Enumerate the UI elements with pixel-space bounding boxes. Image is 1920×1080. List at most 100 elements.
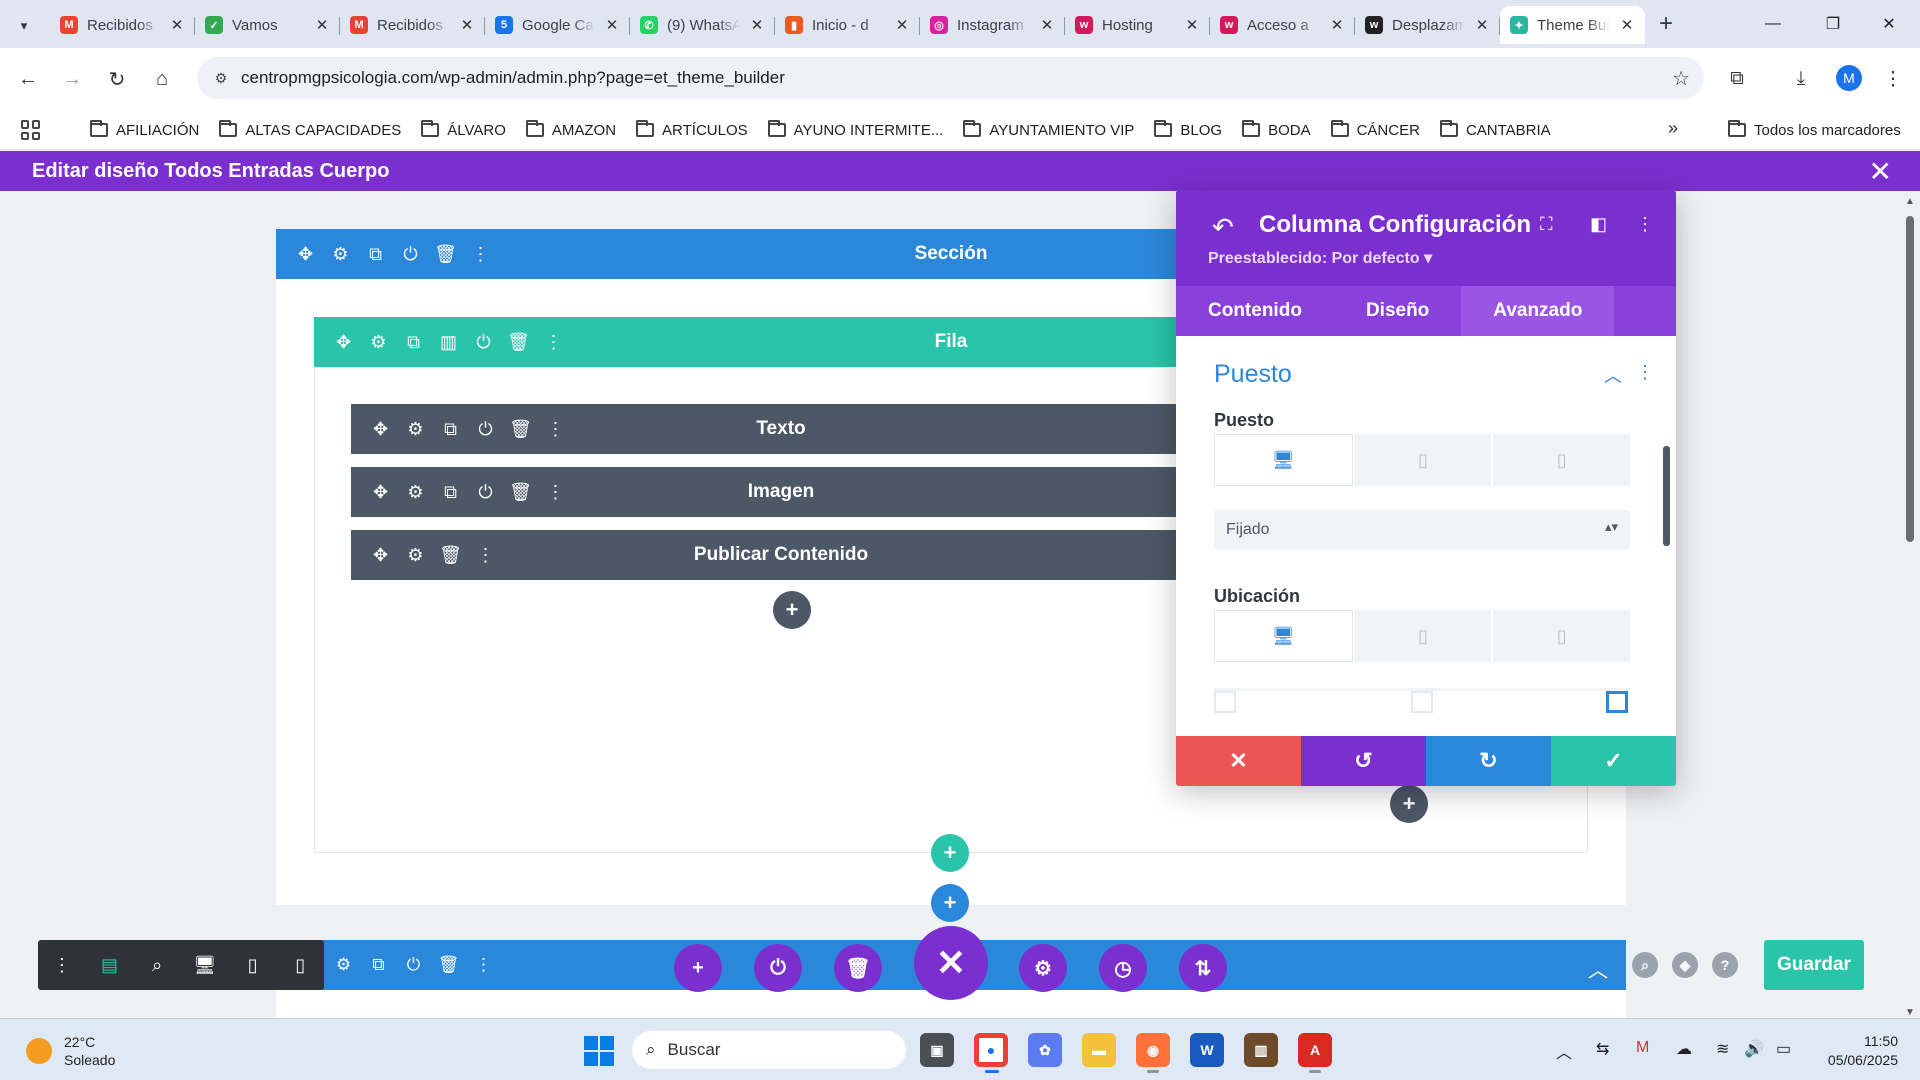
close-tab-icon[interactable]: ✕ — [314, 16, 330, 34]
close-tab-icon[interactable]: ✕ — [604, 16, 620, 34]
duplicate-icon[interactable]: ⧉ — [433, 482, 468, 503]
desktop-view-icon[interactable]: 🖥 — [181, 955, 229, 976]
bookmark-folder[interactable]: AYUNTAMIENTO VIP — [953, 120, 1144, 139]
trash-icon[interactable]: 🗑 — [428, 244, 463, 265]
move-icon[interactable]: ✥ — [363, 545, 398, 566]
location-top-right[interactable] — [1606, 691, 1628, 713]
forward-arrow-icon[interactable]: → — [56, 63, 88, 95]
phone-view-icon[interactable]: ▯ — [276, 955, 324, 976]
gear-icon[interactable]: ⚙ — [323, 244, 358, 265]
minimize-window-button[interactable]: — — [1750, 8, 1796, 40]
browser-tab[interactable]: ◎ Instagram ✕ — [920, 6, 1065, 44]
save-changes-button[interactable]: ✓ — [1551, 736, 1676, 786]
group-more-icon[interactable]: ⋮ — [1636, 362, 1654, 388]
load-layout-icon[interactable]: ⏻ — [754, 944, 802, 992]
bookmark-folder[interactable]: ARTÍCULOS — [626, 120, 758, 139]
tablet-view-icon[interactable]: ▯ — [229, 955, 277, 976]
close-tab-icon[interactable]: ✕ — [1184, 16, 1200, 34]
trash-icon[interactable]: 🗑 — [433, 545, 468, 566]
close-window-button[interactable]: ✕ — [1866, 8, 1912, 40]
browser-tab[interactable]: 5 Google Calendar ✕ — [485, 6, 630, 44]
reload-icon[interactable]: ↻ — [101, 63, 133, 95]
library-icon[interactable]: ▥ — [1244, 1033, 1278, 1067]
chrome-menu-icon[interactable]: ⋮ — [1878, 64, 1908, 94]
url-text[interactable]: centropmgpsicologia.com/wp-admin/admin.p… — [241, 68, 785, 88]
gear-icon[interactable]: ⚙ — [398, 482, 433, 503]
gear-icon[interactable]: ⚙ — [326, 955, 361, 975]
new-tab-button[interactable]: + — [1652, 10, 1680, 38]
trash-icon[interactable]: 🗑 — [503, 482, 538, 503]
clear-layout-icon[interactable]: 🗑 — [834, 944, 882, 992]
bookmark-star-icon[interactable]: ☆ — [1672, 66, 1690, 91]
add-button[interactable]: + — [674, 944, 722, 992]
clock[interactable]: 11:50 05/06/2025 — [1818, 1032, 1898, 1070]
duplicate-icon[interactable]: ⧉ — [358, 244, 393, 265]
module-post-content-bar[interactable]: ✥ ⚙ 🗑 ⋮ Publicar Contenido — [351, 530, 1211, 580]
close-tab-icon[interactable]: ✕ — [1474, 16, 1490, 34]
desktop-icon[interactable]: 🖥 — [1214, 434, 1353, 486]
move-icon[interactable]: ✥ — [326, 332, 361, 353]
power-icon[interactable]: ⏻ — [466, 332, 501, 353]
apps-grid-icon[interactable] — [21, 120, 41, 140]
bookmark-folder[interactable]: AMAZON — [516, 120, 626, 139]
location-top-left[interactable] — [1214, 691, 1236, 713]
chevron-up-icon[interactable]: ︿ — [1604, 362, 1622, 388]
undo-button[interactable]: ↺ — [1301, 736, 1426, 786]
tab-avanzado[interactable]: Avanzado — [1461, 286, 1615, 336]
browser-tab[interactable]: w Hosting ✕ — [1065, 6, 1210, 44]
duplicate-icon[interactable]: ⧉ — [361, 955, 396, 975]
extensions-icon[interactable]: ⧉ — [1722, 64, 1752, 94]
tray-sliders-icon[interactable]: ⇆ — [1596, 1039, 1609, 1059]
portability-icon[interactable]: ⇅ — [1179, 944, 1227, 992]
bookmark-folder[interactable]: AFILIACIÓN — [80, 120, 209, 139]
firefox-icon[interactable]: ◉ — [1136, 1033, 1170, 1067]
volume-icon[interactable]: 🔊 — [1744, 1039, 1764, 1059]
tablet-icon[interactable]: ▯ — [1354, 610, 1492, 662]
acrobat-icon[interactable]: A — [1298, 1033, 1332, 1067]
close-tab-icon[interactable]: ✕ — [1329, 16, 1345, 34]
move-icon[interactable]: ✥ — [288, 244, 323, 265]
fullscreen-icon[interactable]: ⛶ — [1540, 214, 1553, 235]
scroll-down-icon[interactable]: ▼ — [1904, 1007, 1916, 1018]
help-icon[interactable]: ? — [1712, 952, 1738, 978]
tray-chevron-icon[interactable]: ︿ — [1556, 1039, 1572, 1063]
more-dots-icon[interactable]: ⋮ — [466, 955, 501, 975]
trash-icon[interactable]: 🗑 — [503, 419, 538, 440]
tab-contenido[interactable]: Contenido — [1176, 286, 1334, 336]
chrome-icon[interactable]: ● — [974, 1033, 1008, 1067]
gear-icon[interactable]: ⚙ — [361, 332, 396, 353]
address-bar[interactable]: ⚙ centropmgpsicologia.com/wp-admin/admin… — [197, 57, 1704, 99]
site-info-icon[interactable]: ⚙ — [211, 68, 231, 88]
bookmark-folder[interactable]: AYUNO INTERMITE... — [758, 120, 954, 139]
bookmark-folder[interactable]: ÁLVARO — [411, 120, 516, 139]
power-icon[interactable]: ⏻ — [468, 482, 503, 503]
more-bookmarks-chevron-icon[interactable]: » — [1668, 118, 1678, 139]
wifi-icon[interactable]: ≋ — [1716, 1039, 1729, 1059]
close-editor-icon[interactable]: ✕ — [1869, 155, 1892, 188]
gmail-tray-icon[interactable]: M — [1636, 1039, 1649, 1057]
page-settings-icon[interactable]: ⚙ — [1019, 944, 1067, 992]
browser-tab[interactable]: ▮ Inicio - d ✕ — [775, 6, 920, 44]
battery-icon[interactable]: ▭ — [1776, 1039, 1791, 1059]
more-dots-icon[interactable]: ⋮ — [38, 955, 86, 976]
back-arrow-icon[interactable]: ← — [12, 63, 44, 95]
close-tab-icon[interactable]: ✕ — [459, 16, 475, 34]
more-dots-icon[interactable]: ⋮ — [463, 244, 498, 265]
move-icon[interactable]: ✥ — [363, 482, 398, 503]
close-tab-icon[interactable]: ✕ — [1039, 16, 1055, 34]
preset-dropdown[interactable]: Preestablecido: Por defecto ▾ — [1208, 248, 1432, 268]
close-tab-icon[interactable]: ✕ — [749, 16, 765, 34]
columns-icon[interactable]: ▥ — [431, 332, 466, 353]
close-actions-button[interactable]: ✕ — [914, 926, 988, 1000]
gear-icon[interactable]: ⚙ — [398, 545, 433, 566]
phone-icon[interactable]: ▯ — [1493, 434, 1631, 486]
word-icon[interactable]: W — [1190, 1033, 1224, 1067]
module-image-bar[interactable]: ✥ ⚙ ⧉ ⏻ 🗑 ⋮ Imagen — [351, 467, 1211, 517]
search-icon[interactable]: ⌕ — [1632, 952, 1658, 978]
save-button[interactable]: Guardar — [1764, 940, 1864, 990]
browser-tab[interactable]: M Recibidos ✕ — [340, 6, 485, 44]
browser-tab[interactable]: w Acceso a ✕ — [1210, 6, 1355, 44]
undo-back-icon[interactable]: ↶ — [1212, 212, 1234, 243]
scroll-up-icon[interactable]: ▲ — [1904, 196, 1916, 207]
task-view-icon[interactable]: ▣ — [920, 1033, 954, 1067]
